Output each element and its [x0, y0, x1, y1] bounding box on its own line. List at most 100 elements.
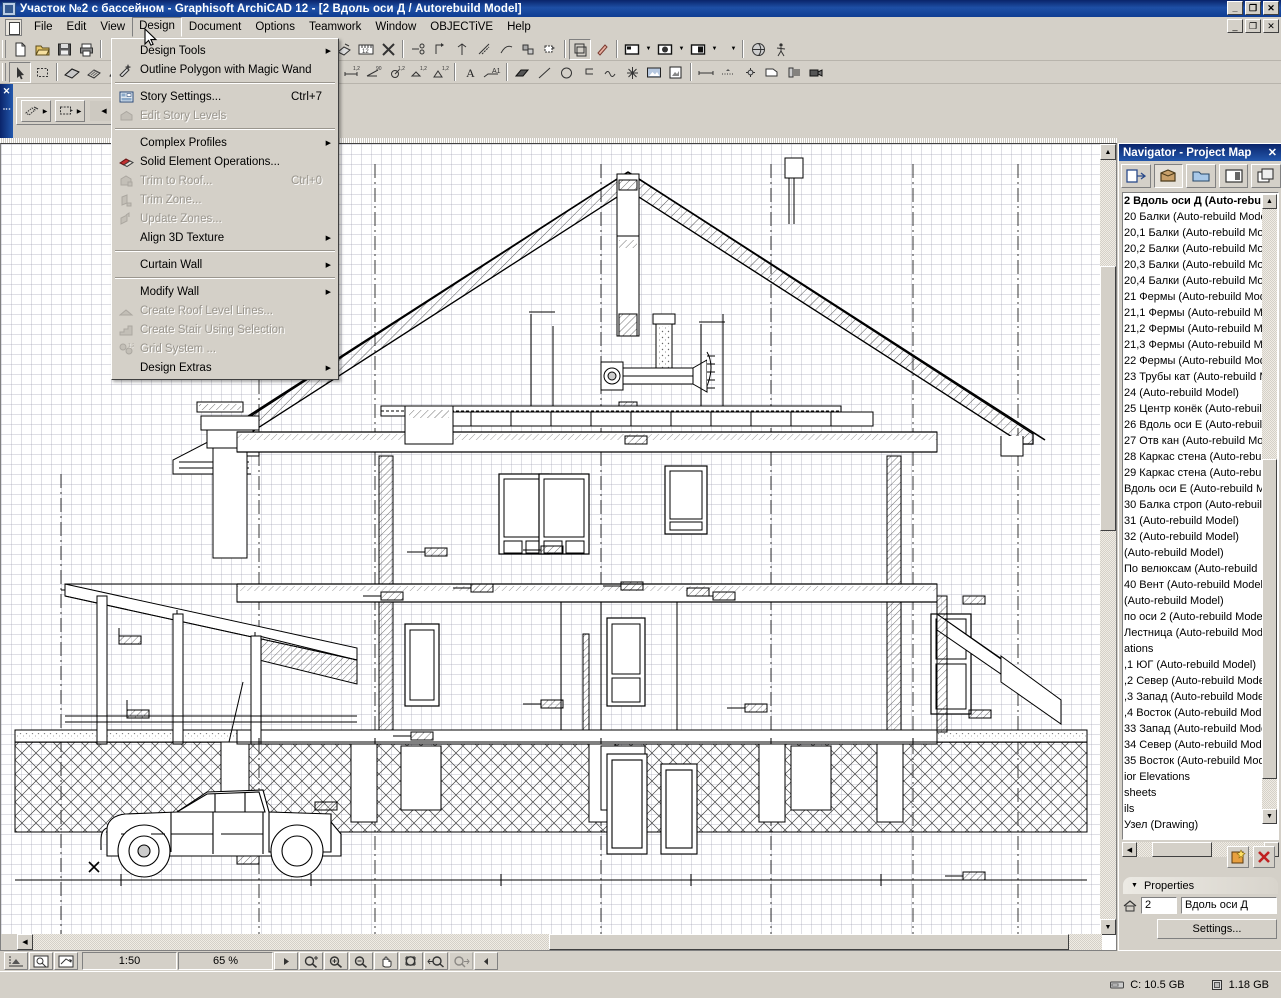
- view-map-tab[interactable]: [1186, 164, 1216, 188]
- preview-icon[interactable]: [29, 952, 53, 970]
- layout-book-icon[interactable]: [687, 39, 709, 60]
- story-name-field[interactable]: Вдоль оси Д: [1181, 897, 1277, 914]
- project-map-item[interactable]: 20,4 Балки (Auto-rebuild Mod: [1123, 273, 1278, 289]
- toolbar-grip[interactable]: [2, 40, 6, 58]
- project-map-tab[interactable]: [1153, 164, 1184, 188]
- section-tool-icon[interactable]: [695, 62, 717, 83]
- hscroll-thumb[interactable]: [549, 934, 1069, 950]
- edit-elements-icon[interactable]: [539, 39, 561, 60]
- project-map-item[interactable]: 21,3 Фермы (Auto-rebuild Moc: [1123, 337, 1278, 353]
- project-map-item[interactable]: 35 Восток (Auto-rebuild Mode: [1123, 753, 1278, 769]
- left-docked-palette-titlebar[interactable]: ✕ ⋮: [0, 84, 13, 142]
- story-number-field[interactable]: 2: [1141, 897, 1177, 914]
- project-map-item[interactable]: По велюксам (Auto-rebuild: [1123, 561, 1278, 577]
- print-icon[interactable]: [75, 39, 97, 60]
- menu-document[interactable]: Document: [182, 18, 248, 37]
- menu-item-design-extras[interactable]: Design Extras ▶: [112, 358, 338, 377]
- chevron-right-icon[interactable]: ▶: [43, 108, 48, 115]
- marquee-icon[interactable]: [31, 62, 53, 83]
- project-map-item[interactable]: 34 Север (Auto-rebuild Model): [1123, 737, 1278, 753]
- nav-scroll-down-button[interactable]: ▼: [1262, 809, 1277, 824]
- project-map-item[interactable]: Узел (Drawing): [1123, 817, 1278, 833]
- fill-tool-icon[interactable]: [511, 62, 533, 83]
- project-map-item[interactable]: 30 Балка строп (Auto-rebuild: [1123, 497, 1278, 513]
- project-map-item[interactable]: ,3 Запад (Auto-rebuild Mode: [1123, 689, 1278, 705]
- toolbar-grip[interactable]: [2, 63, 6, 81]
- chevron-right-icon[interactable]: ▶: [77, 108, 82, 115]
- menu-objective[interactable]: OBJECTiVE: [423, 18, 500, 37]
- nav-hscroll-thumb[interactable]: [1152, 842, 1212, 857]
- zoom-out-icon[interactable]: [349, 952, 373, 970]
- scroll-up-button[interactable]: ▲: [1100, 144, 1116, 160]
- rebuild-icon[interactable]: [54, 952, 78, 970]
- project-map-item[interactable]: 21,2 Фермы (Auto-rebuild Moc: [1123, 321, 1278, 337]
- polyline-tool-icon[interactable]: [577, 62, 599, 83]
- chevron-down-icon[interactable]: ▼: [1131, 882, 1138, 889]
- adjust-icon[interactable]: [429, 39, 451, 60]
- figure-tool-icon[interactable]: [643, 62, 665, 83]
- walk-icon[interactable]: [769, 39, 791, 60]
- project-map-item[interactable]: 31 (Auto-rebuild Model): [1123, 513, 1278, 529]
- menu-help[interactable]: Help: [500, 18, 538, 37]
- navigator-close-icon[interactable]: ✕: [1268, 146, 1277, 159]
- project-map-tree[interactable]: 2 Вдоль оси Д (Auto-rebu 20 Балки (Auto-r…: [1122, 192, 1279, 840]
- project-map-item[interactable]: Лестница (Auto-rebuild Mod: [1123, 625, 1278, 641]
- drawing-tool-icon[interactable]: [665, 62, 687, 83]
- previous-zoom-icon[interactable]: [424, 952, 448, 970]
- project-map-item[interactable]: 20 Балки (Auto-rebuild Model): [1123, 209, 1278, 225]
- zoom-fit-icon[interactable]: [299, 952, 323, 970]
- level-dimension-icon[interactable]: 1,2: [407, 62, 429, 83]
- elevation-dimension-icon[interactable]: 1,2: [429, 62, 451, 83]
- text-tool-icon[interactable]: A: [459, 62, 481, 83]
- project-map-item[interactable]: ,1 ЮГ (Auto-rebuild Model): [1123, 657, 1278, 673]
- canvas-horizontal-scrollbar[interactable]: ◀: [1, 934, 1102, 950]
- project-map-item[interactable]: ations: [1123, 641, 1278, 657]
- chevron-left-icon[interactable]: ◀: [101, 107, 106, 115]
- menu-view[interactable]: View: [93, 18, 132, 37]
- menu-item-modify-wall[interactable]: Modify Wall ▶: [112, 282, 338, 301]
- close-icon[interactable]: ✕: [3, 87, 11, 96]
- interior-elevation-icon[interactable]: [783, 62, 805, 83]
- publisher-sets-tab[interactable]: [1251, 164, 1281, 188]
- project-map-item[interactable]: 20,3 Балки (Auto-rebuild Mod: [1123, 257, 1278, 273]
- ruler-icon[interactable]: 12: [355, 39, 377, 60]
- project-map-item[interactable]: 21 Фермы (Auto-rebuild Model: [1123, 289, 1278, 305]
- stretch-icon[interactable]: [451, 39, 473, 60]
- pan-hand-icon[interactable]: [374, 952, 398, 970]
- globe-view-icon[interactable]: [654, 39, 676, 60]
- nav-map-button[interactable]: [1121, 164, 1151, 188]
- project-map-item[interactable]: 29 Каркас стена (Auto-rebuild: [1123, 465, 1278, 481]
- layout-book-tab[interactable]: [1218, 164, 1249, 188]
- mdi-close-button[interactable]: ✕: [1263, 19, 1279, 33]
- zoom-percent-field[interactable]: 65 %: [178, 952, 273, 970]
- floor-plan-icon[interactable]: [621, 39, 643, 60]
- restore-button[interactable]: ❐: [1245, 1, 1261, 15]
- chevron-down-icon[interactable]: ▼: [709, 39, 720, 60]
- save-icon[interactable]: [53, 39, 75, 60]
- project-map-item[interactable]: Вдоль оси Е (Auto-rebuild M: [1123, 481, 1278, 497]
- menu-window[interactable]: Window: [368, 18, 423, 37]
- project-map-item[interactable]: (Auto-rebuild Model): [1123, 545, 1278, 561]
- menu-options[interactable]: Options: [248, 18, 302, 37]
- project-map-item[interactable]: 32 (Auto-rebuild Model): [1123, 529, 1278, 545]
- globe-nav-icon[interactable]: [747, 39, 769, 60]
- menu-item-solid-element-operations[interactable]: Solid Element Operations...: [112, 152, 338, 171]
- project-map-item[interactable]: 27 Отв кан (Auto-rebuild Mod: [1123, 433, 1278, 449]
- offset-icon[interactable]: [473, 39, 495, 60]
- scroll-down-button[interactable]: ▼: [1100, 919, 1116, 935]
- snap-icon[interactable]: [377, 39, 399, 60]
- menu-edit[interactable]: Edit: [60, 18, 94, 37]
- design-menu-dropdown[interactable]: Design Tools ▶ Outline Polygon with Magic …: [111, 38, 339, 380]
- settings-button[interactable]: Settings...: [1157, 919, 1277, 939]
- chevron-down-icon[interactable]: ▼: [676, 39, 687, 60]
- radial-dimension-icon[interactable]: 1,2: [385, 62, 407, 83]
- vscroll-thumb[interactable]: [1100, 266, 1116, 531]
- project-map-item[interactable]: sheets: [1123, 785, 1278, 801]
- arrow-select-icon[interactable]: [9, 61, 31, 83]
- project-map-item[interactable]: 22 Фермы (Auto-rebuild Model: [1123, 353, 1278, 369]
- project-map-item[interactable]: ,4 Восток (Auto-rebuild Mode: [1123, 705, 1278, 721]
- project-map-item[interactable]: 33 Запад (Auto-rebuild Model): [1123, 721, 1278, 737]
- project-map-item[interactable]: 20,1 Балки (Auto-rebuild Mod: [1123, 225, 1278, 241]
- line-tool-icon[interactable]: [533, 62, 555, 83]
- project-map-item[interactable]: ils: [1123, 801, 1278, 817]
